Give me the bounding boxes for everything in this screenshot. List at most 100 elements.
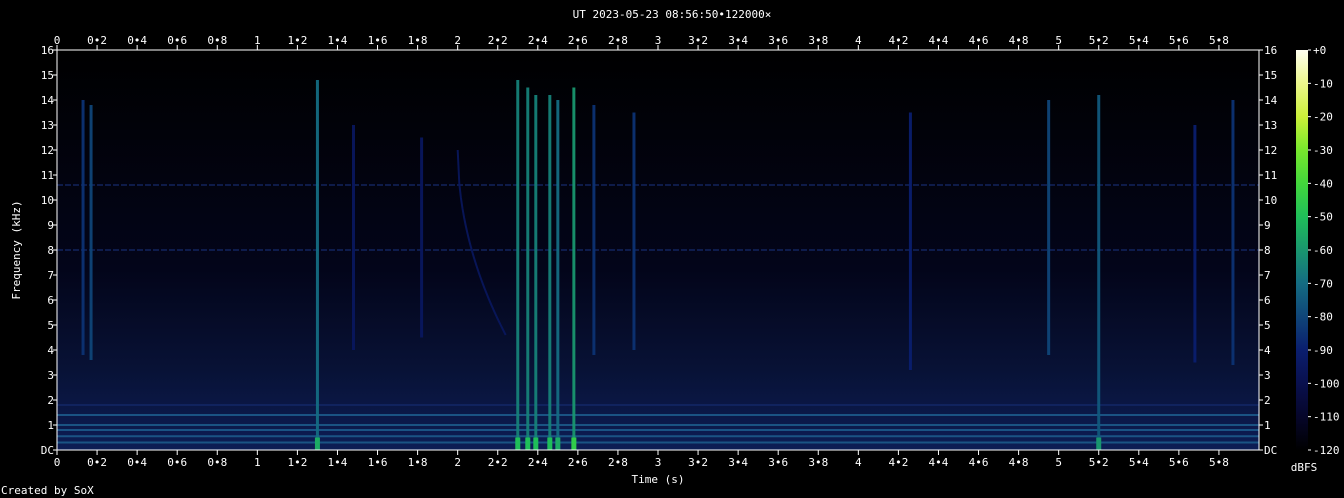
- x-tick-label: 2•4: [528, 456, 548, 469]
- x-tick-label: 5•8: [1209, 456, 1229, 469]
- x-axis-label: Time (s): [632, 473, 685, 486]
- y-tick-label: 9: [47, 219, 54, 232]
- y-tick-label: 15: [41, 69, 54, 82]
- x-tick-label: 0: [54, 456, 61, 469]
- click-base: [571, 437, 577, 450]
- y-tick-label: 14: [41, 94, 55, 107]
- x-tick-label-top: 5•6: [1169, 34, 1189, 47]
- x-tick-label: 4•8: [1009, 456, 1029, 469]
- click-base: [547, 437, 553, 450]
- x-tick-label-top: 4•4: [929, 34, 949, 47]
- click-base: [1096, 437, 1102, 450]
- x-tick-label: 0•4: [127, 456, 147, 469]
- y-axis-label: Frequency (kHz): [10, 200, 23, 299]
- y-tick-label-right: 15: [1264, 69, 1277, 82]
- y-tick-label-right: 16: [1264, 44, 1277, 57]
- x-tick-label: 5•6: [1169, 456, 1189, 469]
- colorbar-tick-label: -80: [1313, 311, 1333, 324]
- colorbar-scale: [1296, 50, 1308, 450]
- y-tick-label-right: 4: [1264, 344, 1271, 357]
- x-tick-label: 5•2: [1089, 456, 1109, 469]
- colorbar-tick-label: -100: [1313, 377, 1340, 390]
- x-tick-label-top: 3•6: [768, 34, 788, 47]
- colorbar: +0 -10 -20 -30 -40 -50 -60 -70 -80 -90 -100 -110 -12…: [1291, 44, 1340, 474]
- x-tick-label-top: 5•8: [1209, 34, 1229, 47]
- x-tick-label: 3•4: [728, 456, 748, 469]
- y-tick-label-right: 2: [1264, 394, 1271, 407]
- x-tick-label-top: 2: [454, 34, 461, 47]
- y-tick-label-right: 3: [1264, 369, 1271, 382]
- colorbar-tick-label: -90: [1313, 344, 1333, 357]
- plot-area: [57, 50, 1259, 450]
- click-base: [515, 437, 521, 450]
- y-tick-label: 4: [47, 344, 54, 357]
- y-tick-label-right: 5: [1264, 319, 1271, 332]
- x-tick-label-top: 0: [54, 34, 61, 47]
- x-tick-label: 0•8: [207, 456, 227, 469]
- y-tick-label: DC: [41, 444, 54, 457]
- x-tick-label-top: 3•8: [808, 34, 828, 47]
- x-tick-label-top: 4•2: [888, 34, 908, 47]
- x-tick-label: 2•8: [608, 456, 628, 469]
- y-tick-label-right: 6: [1264, 294, 1271, 307]
- x-tick-label-top: 2•2: [488, 34, 508, 47]
- y-tick-label: 6: [47, 294, 54, 307]
- spectrogram-figure: UT 2023-05-23 08:56:50•122000× 0 0 0•2 0•2 0…: [0, 0, 1344, 498]
- x-tick-label: 4•2: [888, 456, 908, 469]
- click-base: [533, 437, 539, 450]
- click-base: [525, 437, 531, 450]
- x-tick-label: 0•6: [167, 456, 187, 469]
- x-tick-label: 1•6: [368, 456, 388, 469]
- y-tick-label: 16: [41, 44, 54, 57]
- y-tick-label-right: 1: [1264, 419, 1271, 432]
- x-tick-label-top: 1•8: [408, 34, 428, 47]
- y-tick-label-right: 12: [1264, 144, 1277, 157]
- x-tick-label: 1: [254, 456, 261, 469]
- x-tick-label-top: 0•2: [87, 34, 107, 47]
- y-tick-label: 2: [47, 394, 54, 407]
- y-tick-label: 8: [47, 244, 54, 257]
- y-tick-label-right: 13: [1264, 119, 1277, 132]
- colorbar-tick-label: -50: [1313, 211, 1333, 224]
- x-tick-label-top: 0•8: [207, 34, 227, 47]
- x-tick-label-top: 5•2: [1089, 34, 1109, 47]
- colorbar-tick-label: -40: [1313, 177, 1333, 190]
- y-tick-label: 3: [47, 369, 54, 382]
- y-tick-label: 7: [47, 269, 54, 282]
- x-tick-label: 3•6: [768, 456, 788, 469]
- x-tick-label-top: 1•4: [328, 34, 348, 47]
- x-tick-label: 1•2: [287, 456, 307, 469]
- y-tick-label-right: 11: [1264, 169, 1277, 182]
- x-tick-label: 4: [855, 456, 862, 469]
- x-tick-label: 3: [655, 456, 662, 469]
- x-tick-label-top: 5•4: [1129, 34, 1149, 47]
- x-tick-label-top: 4•6: [969, 34, 989, 47]
- x-tick-label-top: 1•6: [368, 34, 388, 47]
- x-tick-label: 1•8: [408, 456, 428, 469]
- x-tick-label-top: 3: [655, 34, 662, 47]
- colorbar-tick-label: -110: [1313, 411, 1340, 424]
- x-tick-label: 1•4: [328, 456, 348, 469]
- y-tick-label: 12: [41, 144, 54, 157]
- click-base: [555, 437, 561, 450]
- y-tick-label-right: DC: [1264, 444, 1277, 457]
- footer-credit: Created by SoX: [1, 484, 94, 497]
- colorbar-tick-label: -20: [1313, 111, 1333, 124]
- y-tick-label: 11: [41, 169, 54, 182]
- x-tick-label-top: 4: [855, 34, 862, 47]
- x-tick-label-top: 3•2: [688, 34, 708, 47]
- colorbar-tick-label: -120: [1313, 444, 1340, 457]
- y-tick-label: 1: [47, 419, 54, 432]
- y-tick-label: 13: [41, 119, 54, 132]
- x-tick-label: 2•6: [568, 456, 588, 469]
- x-tick-label: 3•2: [688, 456, 708, 469]
- spectrogram-chart: 000•20•20•40•40•60•60•80•8111•21•21•41•4…: [10, 34, 1340, 486]
- x-tick-label-top: 2•8: [608, 34, 628, 47]
- y-tick-label-right: 8: [1264, 244, 1271, 257]
- x-tick-label-top: 5: [1055, 34, 1062, 47]
- y-tick-label-right: 9: [1264, 219, 1271, 232]
- x-tick-label-top: 3•4: [728, 34, 748, 47]
- colorbar-tick-label: -10: [1313, 77, 1333, 90]
- colorbar-tick-label: -70: [1313, 277, 1333, 290]
- x-tick-label-top: 4•8: [1009, 34, 1029, 47]
